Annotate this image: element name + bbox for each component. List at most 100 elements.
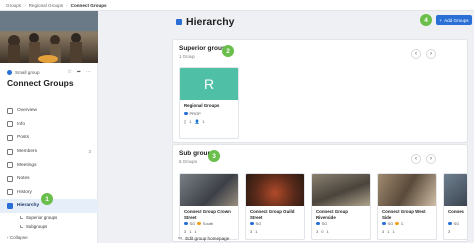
location-icon [250, 221, 254, 226]
location-label: SG [321, 221, 328, 226]
group-image [180, 174, 238, 206]
superior-groups-card: Superior groups 1 Group 2 ‹ › R Regional… [172, 39, 468, 143]
add-groups-button[interactable]: + Add Groups [436, 15, 472, 25]
group-stats: 301 [316, 229, 329, 234]
step-badge: 4 [420, 14, 432, 26]
sidebar-item-label: History [17, 189, 32, 195]
group-type-icon [7, 69, 12, 75]
sidebar-item-label: Meetings [17, 162, 37, 168]
sidebar: Small group ☆ ➦ ⋯ Connect Groups Overvie… [0, 11, 98, 243]
edit-group-homepage-label: Edit group homepage [185, 235, 230, 241]
edit-icon: ▭ [178, 235, 183, 240]
share-icon[interactable]: ➦ [77, 69, 81, 75]
sidebar-item-label: Members [17, 149, 37, 155]
location-icon [184, 111, 188, 116]
subgroup-tile[interactable]: Connect Group Riverside SG 301 [311, 173, 371, 240]
stat-value: 3 [382, 229, 385, 234]
location-label: C [400, 221, 404, 226]
group-name: Connect Group Crown Street [184, 209, 231, 220]
subgroups-card: Sub groups 5 Groups 3 ‹ › Connect Group … [172, 144, 468, 242]
superior-group-tile[interactable]: R Regional Groups PROP ▯ 1 👤 1 [179, 67, 239, 139]
subgroup-tile[interactable]: Connect Group Guild Street SG 31 [245, 173, 305, 240]
group-name: Connect Group Riverside [316, 209, 348, 220]
group-stats: 3 [448, 229, 450, 234]
pin-icon [395, 221, 399, 226]
group-stats: 31 [250, 229, 257, 234]
breadcrumb: Groups › Regional Groups › Connect Group… [0, 0, 474, 11]
subgroup-tile[interactable]: Connect Group Crown Street SG South 311 [179, 173, 239, 240]
sidebar-subitem-label: Subgroups [26, 223, 48, 229]
group-name: Connect Group Guild Street [250, 209, 295, 220]
step-badge: 3 [208, 150, 220, 162]
breadcrumb-item-current: Connect Groups [70, 2, 107, 8]
scroll-right-button[interactable]: › [426, 154, 436, 164]
group-type-label: Small group [15, 69, 40, 75]
group-type-row: Small group ☆ ➦ ⋯ [7, 69, 91, 75]
group-location: SG [448, 221, 459, 226]
sidebar-subitem-subgroups[interactable]: Subgroups [0, 222, 98, 231]
group-stats: 311 [382, 229, 395, 234]
chevron-left-icon: ‹ [415, 51, 417, 57]
breadcrumb-separator: › [24, 2, 26, 8]
pin-icon [197, 221, 201, 226]
star-icon[interactable]: ☆ [67, 69, 71, 75]
members-icon [7, 148, 13, 155]
group-location: SG C [382, 221, 404, 226]
scroll-left-button[interactable]: ‹ [411, 154, 421, 164]
group-avatar-letter: R [203, 76, 215, 92]
tree-branch-icon [20, 215, 23, 219]
group-image [246, 174, 304, 206]
meeting-icon: ▯ [184, 119, 187, 124]
stat-value: 3 [316, 229, 319, 234]
posts-icon [7, 134, 13, 141]
sidebar-subitem-superior[interactable]: Superior groups [0, 213, 98, 222]
location-icon [448, 221, 452, 226]
location-label: PROP [189, 111, 201, 116]
step-badge: 2 [222, 45, 234, 57]
sidebar-item-label: Info [17, 121, 26, 127]
breadcrumb-item-regional[interactable]: Regional Groups [29, 3, 63, 8]
location-icon [316, 221, 320, 226]
sidebar-item-label: Hierarchy [17, 203, 40, 209]
location-icon [184, 221, 188, 226]
calendar-icon [7, 162, 13, 169]
main-content: Hierarchy 4 + Add Groups Superior groups… [98, 11, 474, 243]
group-cover-image [0, 11, 98, 63]
sidebar-item-members[interactable]: Members 3 [0, 145, 98, 159]
group-name: Connect Gro Lounge [448, 209, 464, 214]
stat-value: 1 [255, 229, 258, 234]
sidebar-item-info[interactable]: Info [0, 118, 98, 132]
sidebar-item-notes[interactable]: Notes [0, 172, 98, 186]
location-icon [382, 221, 386, 226]
location-label: South [202, 221, 214, 226]
breadcrumb-separator: › [66, 2, 68, 8]
scroll-right-button[interactable]: › [426, 49, 436, 59]
stat-value: 1 [326, 229, 329, 234]
sidebar-item-label: Notes [17, 176, 30, 182]
plus-icon: + [439, 17, 443, 23]
breadcrumb-item-groups[interactable]: Groups [6, 3, 21, 8]
stat-value: 1 [189, 119, 192, 124]
sidebar-item-overview[interactable]: Overview [0, 104, 98, 118]
stat-value: 1 [189, 229, 192, 234]
group-title: Connect Groups [7, 78, 74, 88]
hierarchy-icon [176, 19, 182, 25]
group-stats: ▯ 1 👤 1 [184, 119, 205, 124]
subgroup-tile[interactable]: Connect Group West Side SG C 311 [377, 173, 437, 240]
sidebar-item-meetings[interactable]: Meetings [0, 158, 98, 172]
sidebar-nav: Overview Info Posts Members 3 Meetings No… [0, 104, 98, 231]
superior-groups-count: 1 Group [179, 54, 195, 59]
stat-value: 1 [387, 229, 390, 234]
scroll-left-button[interactable]: ‹ [411, 49, 421, 59]
subgroup-tile[interactable]: Connect Gro Lounge SG 3 [443, 173, 468, 240]
location-label: SG [387, 221, 394, 226]
step-badge: 1 [41, 193, 53, 205]
edit-group-homepage-link[interactable]: ▭ Edit group homepage [178, 235, 229, 241]
more-icon[interactable]: ⋯ [86, 69, 91, 75]
chevron-left-icon: ‹ [415, 156, 417, 162]
group-avatar: R [180, 68, 238, 100]
sidebar-item-posts[interactable]: Posts [0, 131, 98, 145]
sidebar-subitem-label: Superior groups [26, 214, 58, 220]
stat-value: 3 [448, 229, 451, 234]
collapse-button[interactable]: ‹ Collapse [7, 235, 28, 240]
